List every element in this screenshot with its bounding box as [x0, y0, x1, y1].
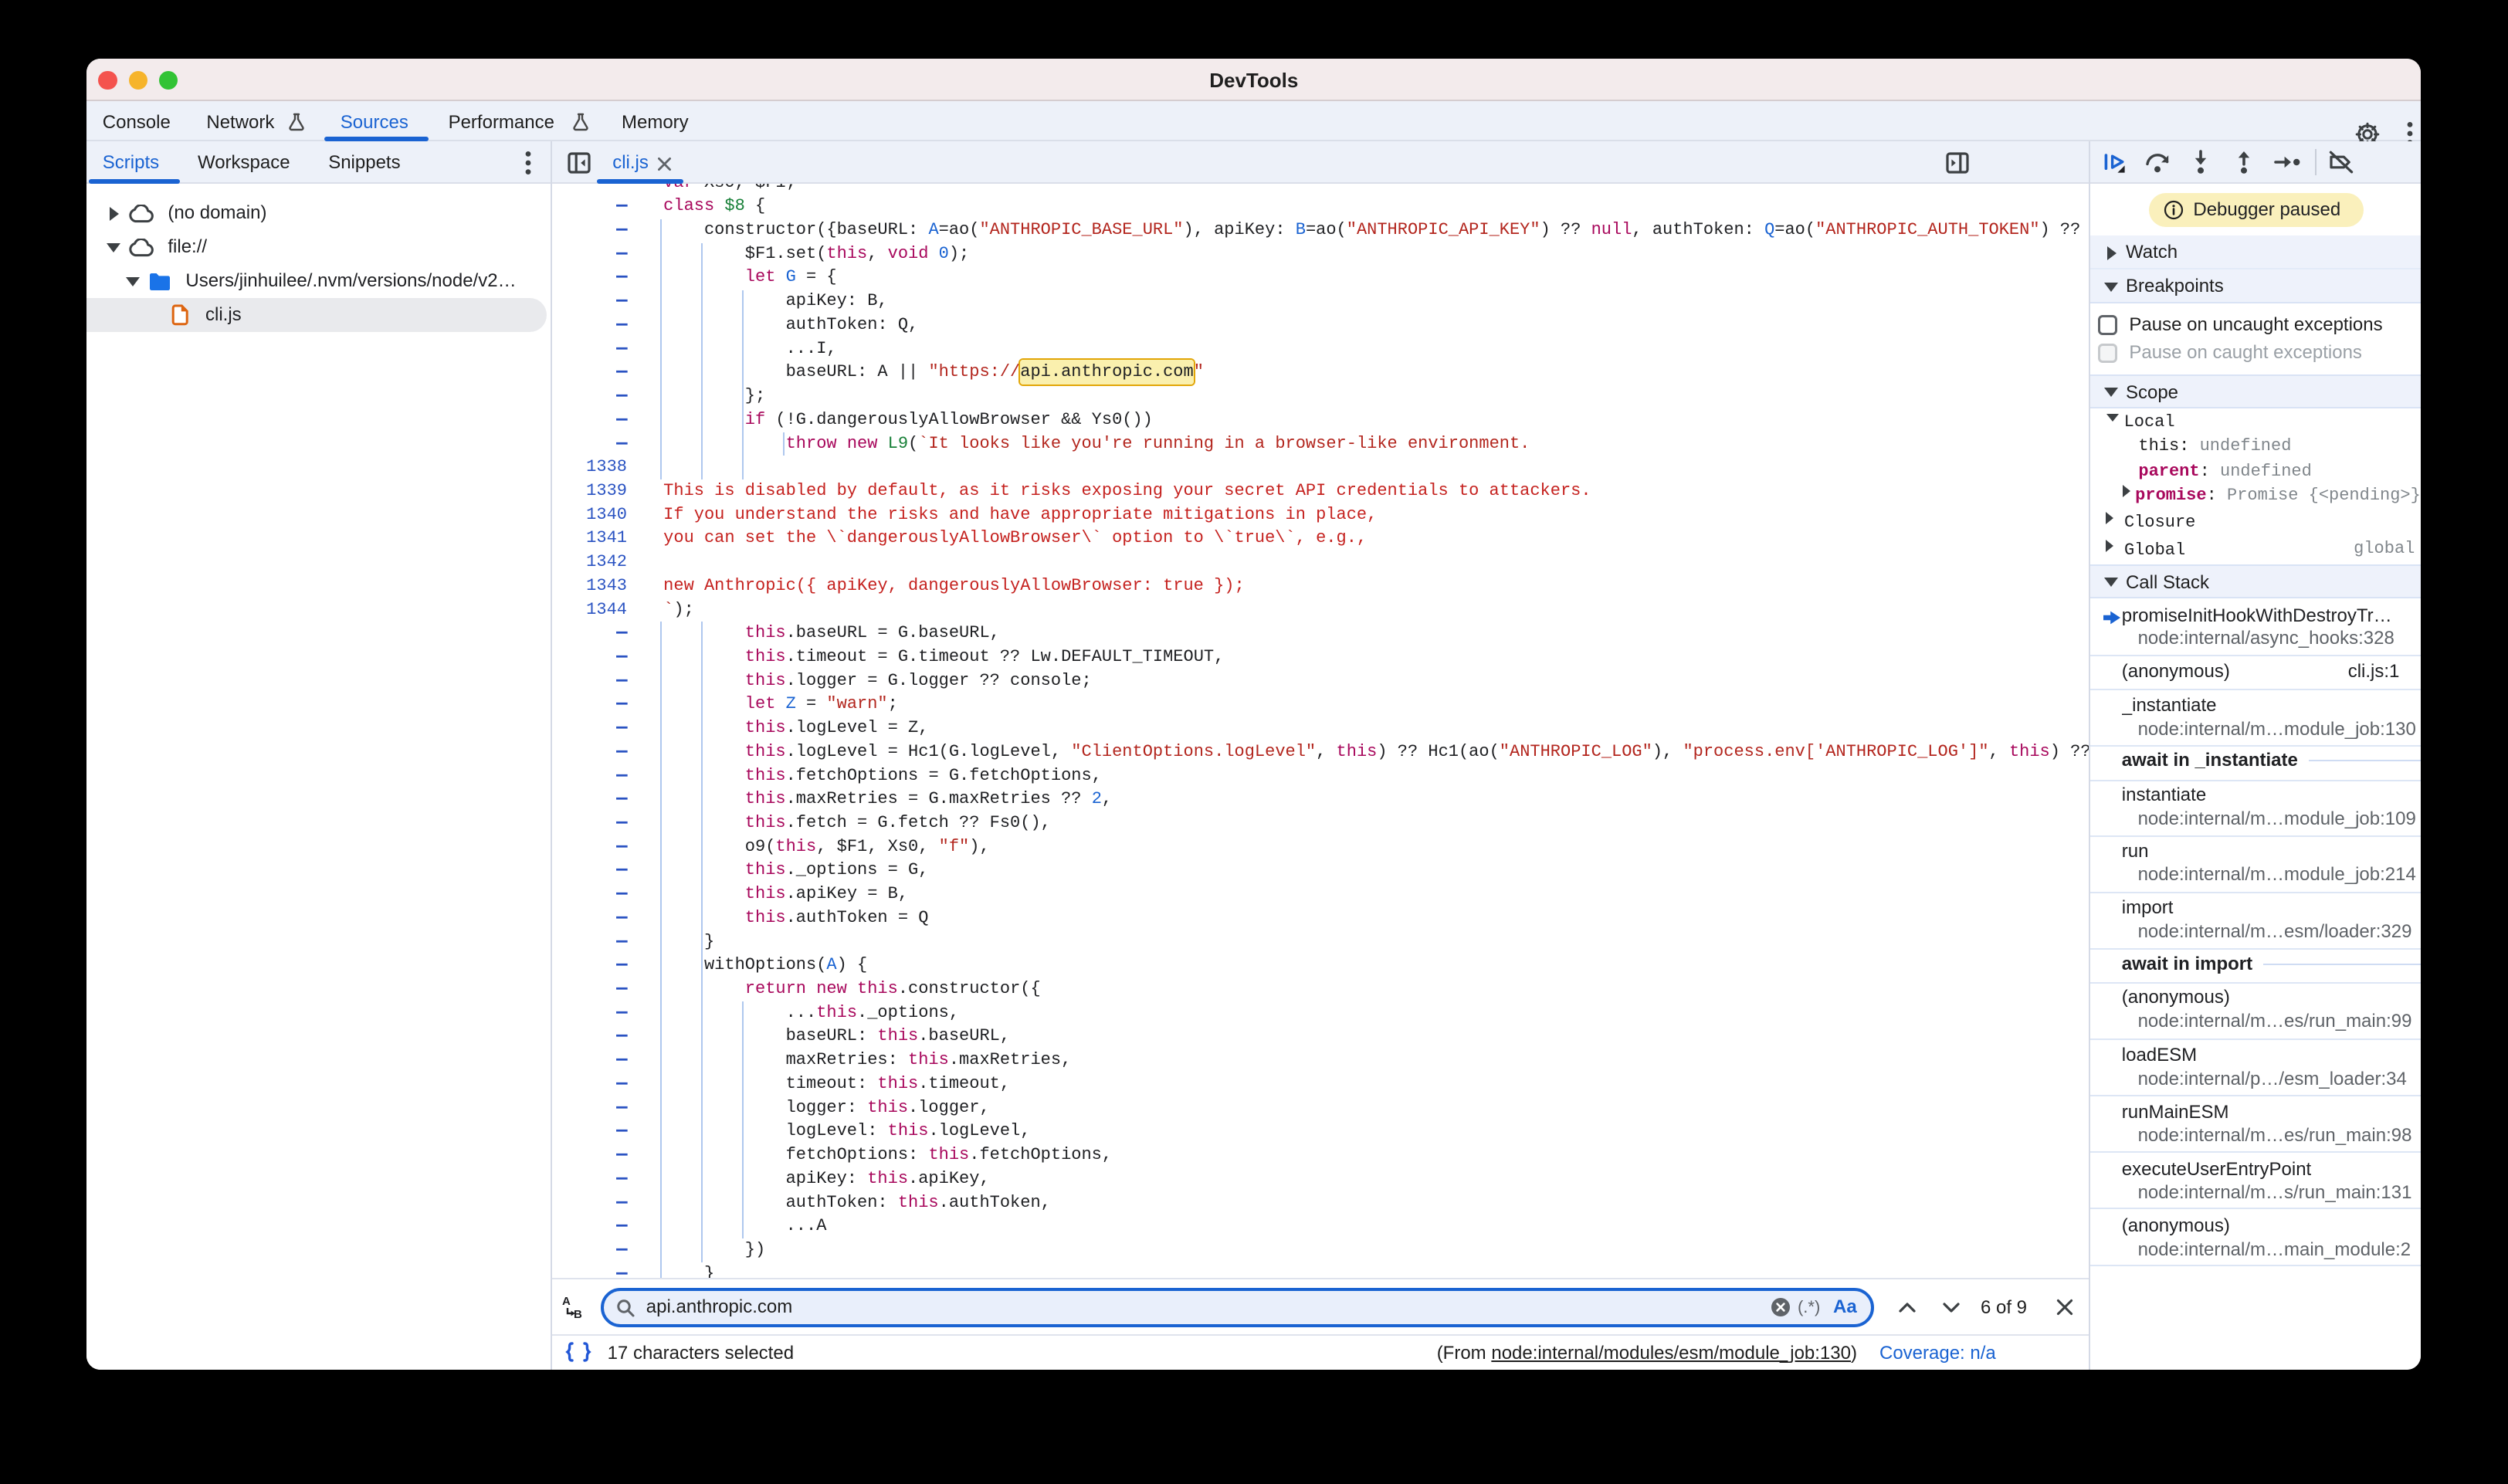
- svg-text:B: B: [574, 1308, 582, 1320]
- svg-text:A: A: [562, 1295, 571, 1308]
